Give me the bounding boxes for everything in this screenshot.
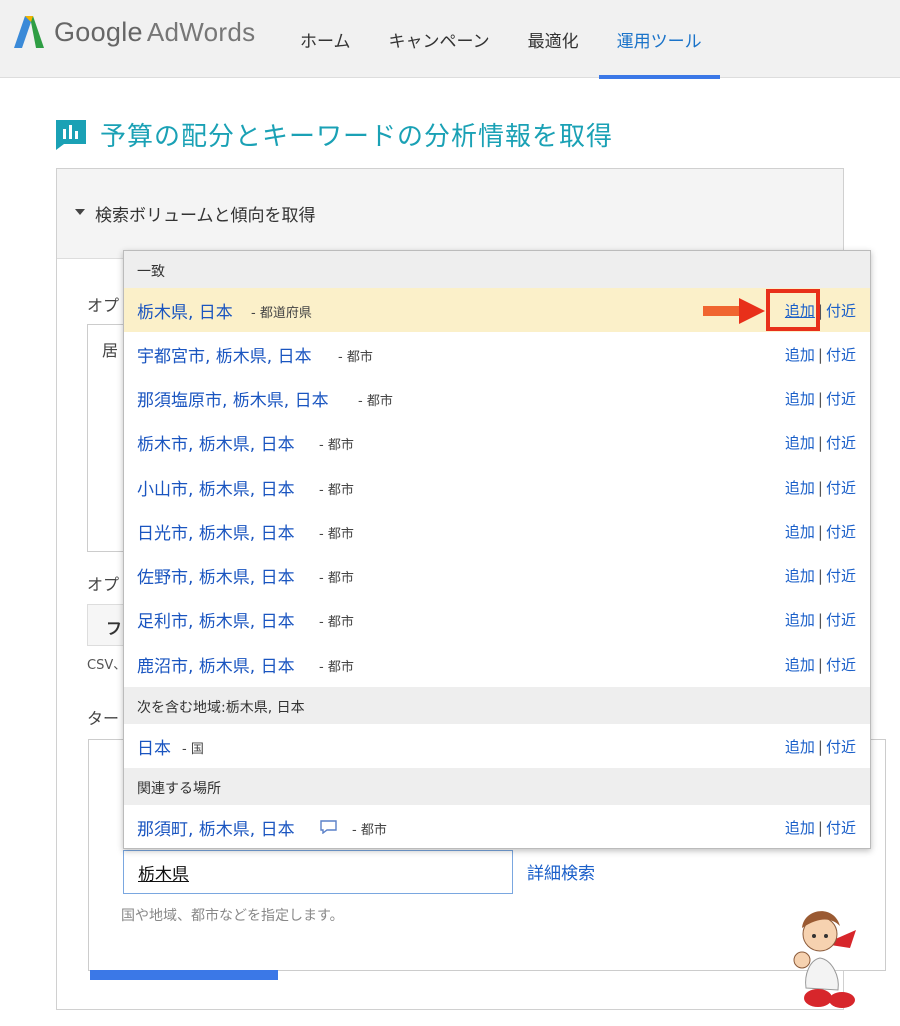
add-button[interactable]: 追加: [785, 611, 815, 629]
separator: |: [817, 819, 823, 837]
nav-campaigns[interactable]: キャンペーン: [371, 0, 508, 78]
add-button[interactable]: 追加: [785, 738, 815, 756]
separator: |: [817, 611, 823, 629]
adwords-logo-icon: [14, 16, 44, 48]
textarea-text-partial: 居: [102, 341, 119, 360]
location-name: 鹿沼市, 栃木県, 日本: [137, 657, 295, 677]
add-button[interactable]: 追加: [785, 567, 815, 585]
logo-google-text: Google: [54, 16, 143, 47]
option-label-partial: オプ: [87, 296, 120, 315]
nearby-button[interactable]: 付近: [826, 434, 856, 452]
separator: |: [817, 479, 823, 497]
list-item[interactable]: 日光市, 栃木県, 日本 - 都市 追加 | 付近: [124, 509, 870, 553]
location-type: - 都市: [319, 527, 354, 542]
location-type: - 都市: [319, 660, 354, 675]
annotation-arrow-icon: [703, 298, 765, 324]
section-header-contains: 次を含む地域:栃木県, 日本: [124, 687, 870, 724]
bar-chart-icon: [56, 119, 86, 150]
list-item[interactable]: 足利市, 栃木県, 日本 - 都市 追加 | 付近: [124, 597, 870, 641]
location-name: 那須塩原市, 栃木県, 日本: [137, 391, 329, 411]
nearby-button[interactable]: 付近: [826, 567, 856, 585]
location-name: 那須町, 栃木県, 日本: [137, 820, 295, 840]
nearby-button[interactable]: 付近: [826, 611, 856, 629]
comment-bubble-icon[interactable]: [320, 820, 337, 834]
add-button[interactable]: 追加: [785, 434, 815, 452]
location-type: - 都市: [352, 823, 387, 838]
list-item[interactable]: 鹿沼市, 栃木県, 日本 - 都市 追加 | 付近: [124, 642, 870, 686]
page-title: 予算の配分とキーワードの分析情報を取得: [56, 116, 613, 153]
add-button[interactable]: 追加: [785, 523, 815, 541]
add-button[interactable]: 追加: [785, 346, 815, 364]
separator: |: [817, 434, 823, 452]
option-label-2-partial: オプ: [87, 575, 120, 594]
separator: |: [817, 346, 823, 364]
add-button[interactable]: 追加: [785, 390, 815, 408]
location-search-field[interactable]: [124, 851, 512, 893]
advanced-search-link[interactable]: 詳細検索: [527, 859, 595, 884]
caret-down-icon: [75, 209, 85, 215]
location-type: - 都市: [319, 615, 354, 630]
section-header-exact: 一致: [124, 251, 870, 288]
location-type: - 都道府県: [251, 306, 312, 321]
page-title-text: 予算の配分とキーワードの分析情報を取得: [100, 122, 614, 152]
location-name: 足利市, 栃木県, 日本: [137, 612, 295, 632]
submit-button-partial[interactable]: [90, 970, 278, 980]
nearby-button[interactable]: 付近: [826, 819, 856, 837]
nearby-button[interactable]: 付近: [826, 738, 856, 756]
adwords-logo[interactable]: Google AdWords: [12, 12, 255, 52]
location-type: - 都市: [319, 438, 354, 453]
location-name: 栃木県, 日本: [137, 303, 233, 323]
location-type: - 国: [182, 742, 204, 757]
location-name: 佐野市, 栃木県, 日本: [137, 568, 295, 588]
list-item[interactable]: 那須塩原市, 栃木県, 日本 - 都市 追加 | 付近: [124, 376, 870, 420]
location-name: 栃木市, 栃木県, 日本: [137, 435, 295, 455]
nearby-button[interactable]: 付近: [826, 302, 856, 320]
annotation-highlight-box: [766, 289, 820, 331]
location-name: 宇都宮市, 栃木県, 日本: [137, 347, 312, 367]
nearby-button[interactable]: 付近: [826, 390, 856, 408]
separator: |: [817, 523, 823, 541]
location-name: 日光市, 栃木県, 日本: [137, 524, 295, 544]
separator: |: [817, 656, 823, 674]
add-button[interactable]: 追加: [785, 479, 815, 497]
search-volume-section-header[interactable]: 検索ボリュームと傾向を取得: [57, 169, 843, 259]
location-name: 日本: [137, 739, 171, 759]
location-type: - 都市: [319, 571, 354, 586]
location-hint-text: 国や地域、都市などを指定します。: [121, 908, 344, 924]
main-nav: ホーム キャンペーン 最適化 運用ツール: [300, 0, 722, 79]
separator: |: [817, 738, 823, 756]
list-item[interactable]: 栃木市, 栃木県, 日本 - 都市 追加 | 付近: [124, 420, 870, 464]
nearby-button[interactable]: 付近: [826, 346, 856, 364]
section-label: 検索ボリュームと傾向を取得: [95, 206, 316, 226]
nav-tools[interactable]: 運用ツール: [598, 0, 720, 79]
separator: |: [817, 390, 823, 408]
location-search-input[interactable]: [123, 850, 513, 894]
add-button[interactable]: 追加: [785, 819, 815, 837]
location-type: - 都市: [338, 350, 373, 365]
location-suggestions-dropdown: 一致 栃木県, 日本 - 都道府県 追加 | 付近 宇都宮市, 栃木県, 日本 - …: [123, 250, 871, 849]
list-item[interactable]: 那須町, 栃木県, 日本 - 都市 追加 | 付近: [124, 805, 870, 849]
list-item[interactable]: 日本 - 国 追加 | 付近: [124, 724, 870, 768]
targeting-label-partial: ター: [87, 709, 120, 728]
logo-product-text: AdWords: [146, 16, 256, 47]
add-button[interactable]: 追加: [785, 656, 815, 674]
nearby-button[interactable]: 付近: [826, 479, 856, 497]
nav-optimization[interactable]: 最適化: [510, 0, 597, 78]
list-item[interactable]: 小山市, 栃木県, 日本 - 都市 追加 | 付近: [124, 465, 870, 509]
location-name: 小山市, 栃木県, 日本: [137, 480, 295, 500]
location-type: - 都市: [358, 394, 393, 409]
nav-home[interactable]: ホーム: [300, 0, 369, 78]
nearby-button[interactable]: 付近: [826, 656, 856, 674]
csv-note-partial: CSV、: [87, 658, 127, 673]
file-button-label: フ: [106, 619, 123, 638]
top-nav-bar: Google AdWords ホーム キャンペーン 最適化 運用ツール: [0, 0, 900, 79]
section-header-related: 関連する場所: [124, 768, 870, 805]
location-type: - 都市: [319, 483, 354, 498]
nearby-button[interactable]: 付近: [826, 523, 856, 541]
mascot-character-icon: [793, 911, 856, 1008]
list-item[interactable]: 佐野市, 栃木県, 日本 - 都市 追加 | 付近: [124, 553, 870, 597]
list-item[interactable]: 宇都宮市, 栃木県, 日本 - 都市 追加 | 付近: [124, 332, 870, 376]
separator: |: [817, 567, 823, 585]
